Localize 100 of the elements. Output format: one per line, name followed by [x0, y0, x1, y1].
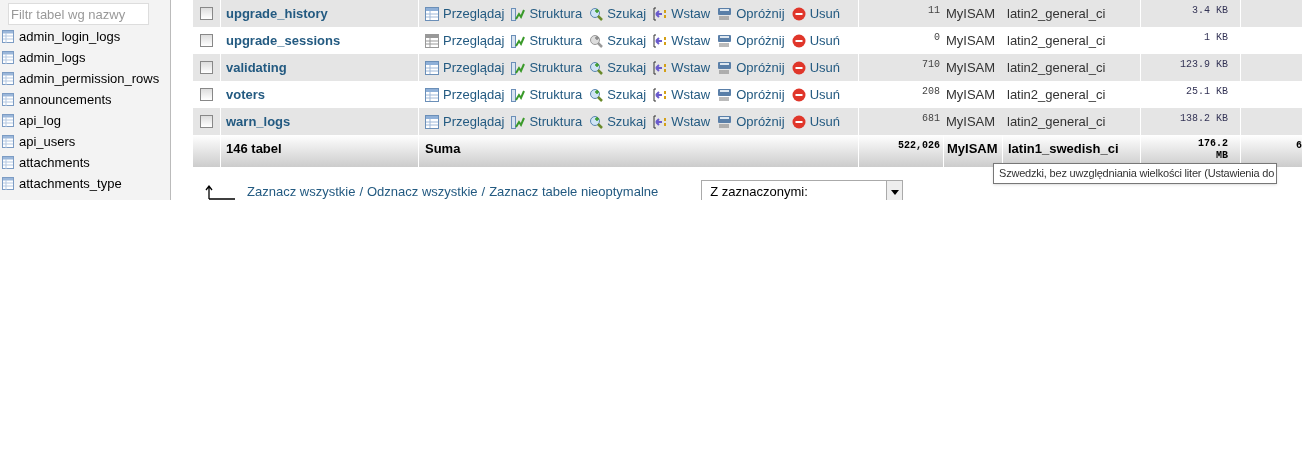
action-link[interactable]: Szukaj	[589, 57, 647, 78]
arrow-icon	[205, 184, 235, 200]
row-count: 0	[934, 31, 940, 45]
row-checkbox[interactable]	[200, 88, 213, 101]
size-text: 1 KB	[1204, 31, 1228, 45]
action-link[interactable]: Usuń	[791, 84, 840, 105]
table-icon	[425, 114, 439, 129]
table-link[interactable]: admin_permission_rows	[19, 68, 160, 89]
action-link[interactable]: Szukaj	[589, 3, 647, 24]
action-link[interactable]: Szukaj	[589, 30, 647, 51]
action-link[interactable]: Usuń	[791, 30, 840, 51]
separator-text: /	[481, 183, 486, 200]
action-link[interactable]: Opróżnij	[717, 84, 785, 105]
chart-icon	[511, 114, 526, 129]
table-link[interactable]: api_log	[19, 110, 61, 131]
collation-text: latin2_general_ci	[1007, 85, 1106, 104]
shredder-icon	[717, 33, 733, 48]
action-link[interactable]: Usuń	[791, 57, 840, 78]
delete-icon	[791, 6, 806, 21]
action-link[interactable]: Przeglądaj	[425, 30, 505, 51]
selection-link[interactable]: Odznacz wszystkie	[367, 182, 478, 200]
row-count: 710	[922, 58, 940, 72]
table-name-link[interactable]: warn_logs	[226, 111, 291, 132]
action-link[interactable]: Opróżnij	[717, 57, 785, 78]
collation-text: latin1_swedish_ci	[1008, 141, 1119, 156]
size-text: 25.1 KB	[1186, 85, 1228, 99]
search-icon	[589, 87, 604, 102]
table-name-link[interactable]: upgrade_sessions	[226, 30, 341, 51]
table-link[interactable]: admin_logs	[19, 47, 86, 68]
bulk-action-select[interactable]: Z zaznaczonymi:	[701, 180, 904, 200]
tooltip: Szwedzki, bez uwzględniania wielkości liter (Ustawienia do	[993, 163, 1278, 184]
separator-text: /	[359, 183, 363, 200]
table-link[interactable]: attachments	[19, 152, 90, 173]
shredder-icon	[717, 60, 733, 75]
collation-text: latin2_general_ci	[1007, 31, 1106, 50]
row-count: 681	[922, 112, 940, 126]
table-icon	[425, 60, 439, 75]
action-link[interactable]: Wstaw	[653, 3, 711, 24]
search-icon	[589, 60, 604, 75]
collation-text: latin2_general_ci	[1007, 58, 1106, 77]
row-checkbox[interactable]	[200, 61, 213, 74]
search-icon	[589, 33, 604, 48]
action-link[interactable]: Przeglądaj	[425, 84, 505, 105]
action-link[interactable]: Opróżnij	[717, 111, 785, 132]
total-size: 176.2 MB	[1197, 138, 1228, 163]
action-link[interactable]: Wstaw	[653, 84, 711, 105]
action-link[interactable]: Wstaw	[653, 30, 711, 51]
size-text: 123.9 KB	[1180, 58, 1228, 72]
insert-icon	[653, 60, 668, 75]
action-link[interactable]: Struktura	[511, 30, 583, 51]
size-text: 3.4 KB	[1192, 4, 1228, 18]
engine-text: MyISAM	[946, 4, 996, 23]
row-checkbox[interactable]	[200, 7, 213, 20]
selection-link[interactable]: Zaznacz tabele nieoptymalne	[489, 182, 659, 200]
table-name-link[interactable]: voters	[226, 84, 266, 105]
table-link[interactable]: attachments_type	[19, 173, 122, 194]
row-count: 11	[928, 4, 940, 18]
action-link[interactable]: Struktura	[511, 57, 583, 78]
row-checkbox[interactable]	[200, 115, 213, 128]
overhead-text: 6	[1296, 139, 1302, 153]
selection-link[interactable]: Zaznacz wszystkie	[247, 182, 356, 200]
action-link[interactable]: Wstaw	[653, 111, 711, 132]
engine-text: MyISAM	[946, 58, 996, 77]
insert-icon	[653, 33, 668, 48]
table-link[interactable]: admin_login_logs	[19, 26, 121, 47]
engine-text: MyISAM	[946, 85, 996, 104]
action-link[interactable]: Szukaj	[589, 84, 647, 105]
action-link[interactable]: Przeglądaj	[425, 3, 505, 24]
row-checkbox[interactable]	[200, 34, 213, 47]
delete-icon	[791, 87, 806, 102]
total-rows: 522,026	[898, 138, 940, 167]
action-link[interactable]: Struktura	[511, 84, 583, 105]
action-link[interactable]: Struktura	[511, 111, 583, 132]
search-icon	[589, 6, 604, 21]
action-link[interactable]: Opróżnij	[717, 3, 785, 24]
chart-icon	[511, 6, 526, 21]
action-link[interactable]: Struktura	[511, 3, 583, 24]
insert-icon	[653, 87, 668, 102]
table-count: 146 tabel	[226, 141, 282, 156]
insert-icon	[653, 114, 668, 129]
table-icon	[425, 6, 439, 21]
row-count: 208	[922, 85, 940, 99]
filter-field[interactable]: Filtr tabel wg nazwy	[8, 3, 149, 25]
table-name-link[interactable]: upgrade_history	[226, 3, 328, 24]
table-name-link[interactable]: validating	[226, 57, 287, 78]
delete-icon	[791, 114, 806, 129]
action-link[interactable]: Przeglądaj	[425, 57, 505, 78]
action-link[interactable]: Przeglądaj	[425, 111, 505, 132]
chart-icon	[511, 33, 526, 48]
table-link[interactable]: api_users	[19, 131, 76, 152]
action-link[interactable]: Wstaw	[653, 57, 711, 78]
shredder-icon	[717, 114, 733, 129]
delete-icon	[791, 60, 806, 75]
sum-label: Suma	[425, 141, 461, 156]
engine-text: MyISAM	[946, 31, 996, 50]
action-link[interactable]: Szukaj	[589, 111, 647, 132]
action-link[interactable]: Opróżnij	[717, 30, 785, 51]
action-link[interactable]: Usuń	[791, 111, 840, 132]
action-link[interactable]: Usuń	[791, 3, 840, 24]
table-link[interactable]: announcements	[19, 89, 112, 110]
